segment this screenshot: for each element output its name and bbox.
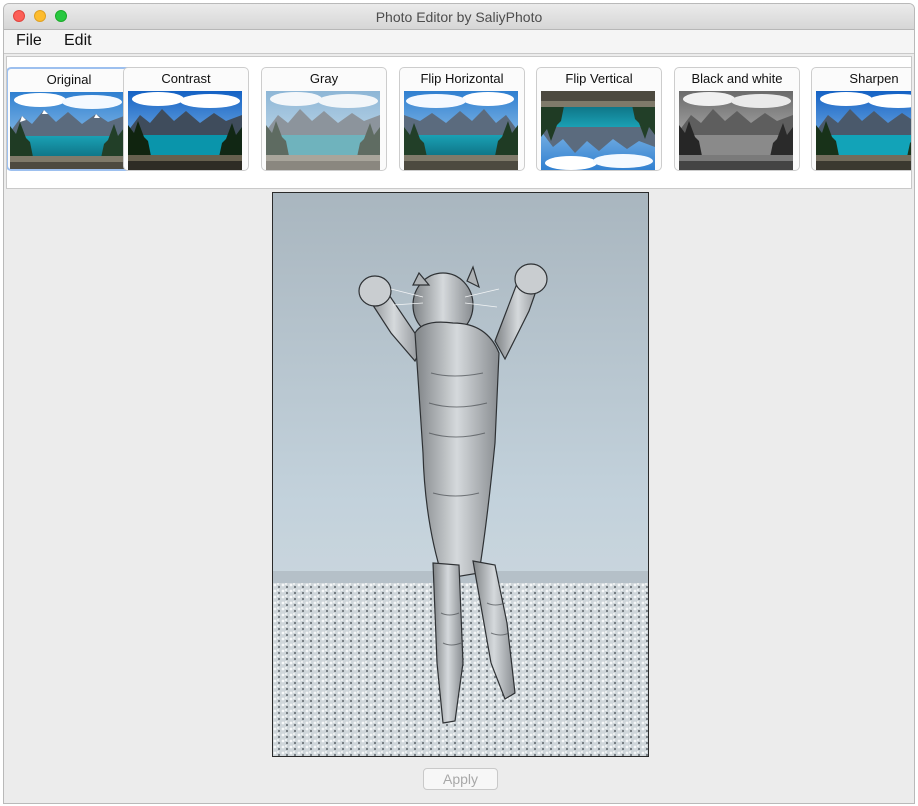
menu-file[interactable]: File — [16, 32, 42, 50]
filter-thumbnail — [679, 91, 793, 170]
filter-label: Gray — [309, 71, 339, 86]
filter-tile-contrast[interactable]: Contrast — [123, 67, 249, 171]
title-bar[interactable]: Photo Editor by SaliyPhoto — [4, 4, 914, 30]
filter-label: Original — [46, 72, 92, 87]
filter-tile-original[interactable]: Original — [7, 67, 132, 171]
filter-tile-gray[interactable]: Gray — [261, 67, 387, 171]
image-canvas[interactable] — [272, 192, 649, 757]
filter-thumbnail — [541, 91, 655, 170]
filter-label: Contrast — [161, 71, 211, 86]
filter-label: Sharpen — [849, 71, 899, 86]
filter-tile-black-and-white[interactable]: Black and white — [674, 67, 800, 171]
filter-strip: Original Contrast Gray Flip Horizontal F… — [6, 56, 912, 189]
filter-tile-flip-horizontal[interactable]: Flip Horizontal — [399, 67, 525, 171]
filter-thumbnail — [10, 92, 124, 169]
apply-button[interactable]: Apply — [423, 768, 498, 790]
filter-tile-sharpen[interactable]: Sharpen — [811, 67, 911, 171]
filter-thumbnail — [404, 91, 518, 170]
window-title: Photo Editor by SaliyPhoto — [375, 9, 543, 25]
filter-thumbnail — [816, 91, 911, 170]
menu-edit[interactable]: Edit — [64, 32, 92, 50]
filter-label: Flip Horizontal — [420, 71, 504, 86]
filter-thumbnail — [128, 91, 242, 170]
filter-tile-flip-vertical[interactable]: Flip Vertical — [536, 67, 662, 171]
filter-thumbnail — [266, 91, 380, 170]
menu-bar: File Edit — [4, 30, 914, 54]
filter-label: Flip Vertical — [565, 71, 633, 86]
filter-label: Black and white — [691, 71, 783, 86]
app-window: Photo Editor by SaliyPhoto File Edit Ori… — [3, 3, 915, 804]
cat-photo — [273, 193, 648, 756]
